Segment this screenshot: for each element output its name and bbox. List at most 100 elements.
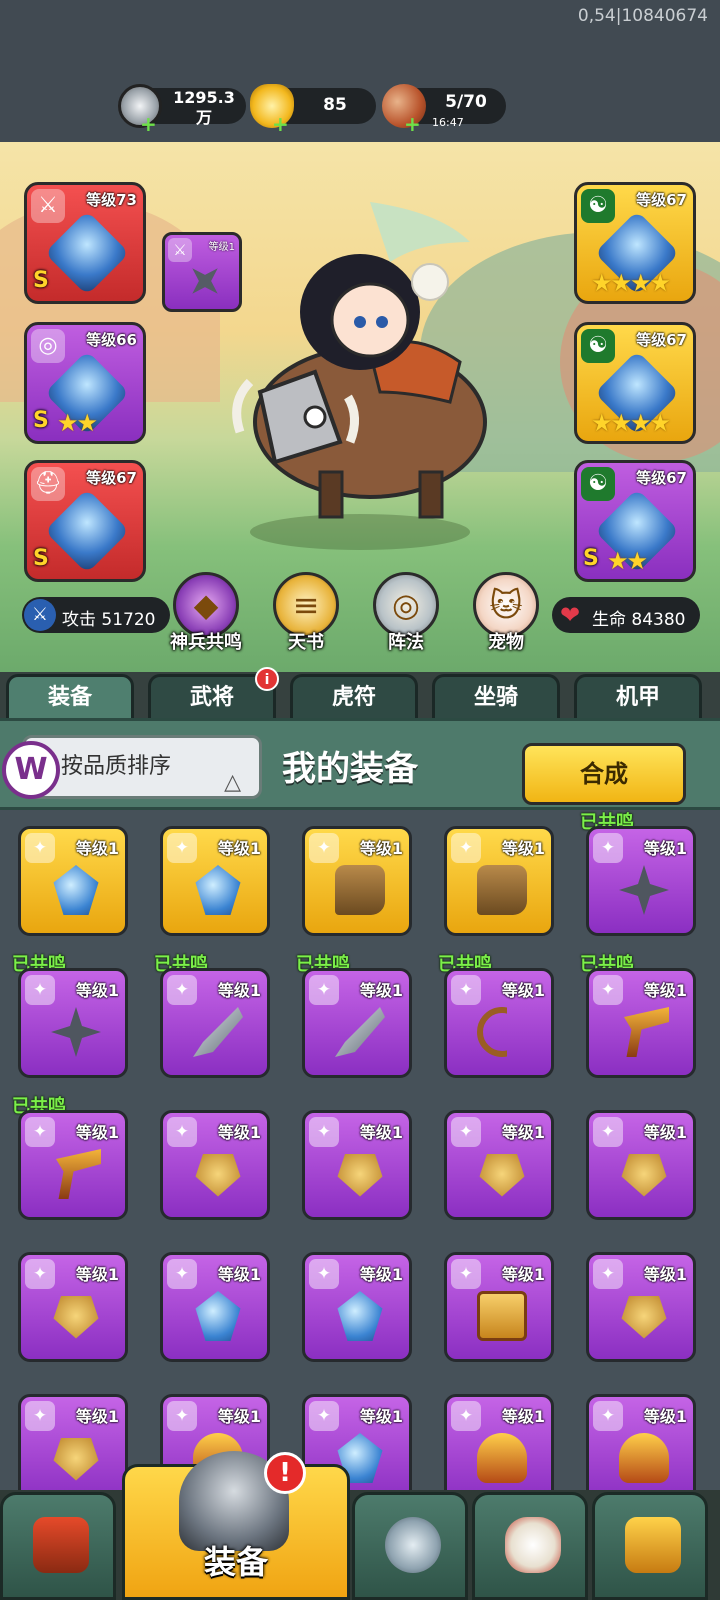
scroll-art [477,1291,527,1341]
equipment-item[interactable]: ✦ 等级1 [444,1110,554,1220]
equipment-item[interactable]: ✦ 等级1 [302,968,412,1078]
feature-formation[interactable]: ◎ 阵法 [366,572,446,654]
feature-pet[interactable]: 🐱 宠物 [466,572,546,654]
equipment-item[interactable]: ✦ 等级1 [302,1252,412,1362]
slot-type-icon: ✦ [451,1117,481,1147]
plus-icon: + [404,112,421,136]
equipment-item[interactable]: ✦ 等级1 [444,968,554,1078]
triangle-up-icon: △ [224,770,241,795]
equipment-item[interactable]: ✦ 等级1 [160,1110,270,1220]
equipment-item[interactable]: ✦ 等级1 [18,1394,128,1500]
equipment-item[interactable]: ✦ 等级1 [586,968,696,1078]
helmet-slot[interactable]: ⛑ 等级67 S [24,460,146,582]
item-level: 等级1 [75,1407,119,1426]
equipment-item[interactable]: ✦ 等级1 [586,1110,696,1220]
silver-resource[interactable]: + 1295.3 万 [118,84,246,134]
equipment-item[interactable]: ✦ 等级1 [444,826,554,936]
equipment-item[interactable]: ✦ 等级1 [444,1252,554,1362]
blade-art [335,1007,385,1057]
feature-label: 天书 [288,632,324,653]
star-rating: ★★ [607,547,648,575]
slot-type-icon: ✦ [167,1259,197,1289]
hero-character [232,202,487,550]
item-level: 等级1 [359,839,403,858]
tab-mecha[interactable]: 机甲 [574,674,702,720]
attack-text: 攻击 51720 [62,610,156,630]
nav-equipment[interactable]: 装备 [122,1451,350,1600]
nav-rooster[interactable] [472,1492,588,1600]
equipment-item[interactable]: ✦ 等级1 [18,826,128,936]
slot-type-icon: ✦ [167,1401,197,1431]
item-level: 等级1 [217,839,261,858]
slot-type-icon: ✦ [451,1259,481,1289]
nav-battle[interactable] [352,1492,468,1600]
amulet-icon: ◎ [31,329,65,363]
helmet-art [44,488,130,574]
swords-icon [385,1517,441,1573]
plus-icon: + [272,112,289,136]
item-level: 等级1 [75,1123,119,1142]
weapon-art [44,210,130,296]
equipment-item[interactable]: ✦ 等级1 [160,968,270,1078]
equipment-item[interactable]: ✦ 等级1 [586,826,696,936]
merge-button[interactable]: 合成 [522,743,686,805]
amulet-slot[interactable]: ◎ 等级66 S ★★ [24,322,146,444]
gold-resource[interactable]: + 85 [250,84,376,134]
weapon-slot[interactable]: ⚔ 等级73 S [24,182,146,304]
item-level: 等级1 [217,1407,261,1426]
gun-art [56,1149,101,1199]
item-level: 等级1 [217,981,261,1000]
equipment-item[interactable]: ✦ 等级1 [586,1252,696,1362]
grade-label: S [583,546,599,571]
tab-equipment[interactable]: 装备 [6,674,134,720]
tab-tiger-tally[interactable]: 虎符 [290,674,418,720]
equipment-item[interactable]: ✦ 等级1 [18,1110,128,1220]
slot-type-icon: ✦ [25,975,55,1005]
slot-type-icon: ✦ [309,833,339,863]
grade-label: S [33,546,49,571]
category-tabs: 装备 武将 i 虎符 坐骑 机甲 [0,667,720,720]
equipment-item[interactable]: ✦ 等级1 [160,1252,270,1362]
item-level: 等级1 [359,1407,403,1426]
slot-type-icon: ✦ [451,833,481,863]
equipment-item[interactable]: ✦ 等级1 [586,1394,696,1500]
w-logo-icon[interactable]: W [2,741,60,799]
item-level: 等级1 [359,981,403,1000]
tab-generals[interactable]: 武将 i [148,667,279,720]
item-level: 等级1 [643,1265,687,1284]
helmet-icon: ⛑ [31,467,65,501]
feature-label: 宠物 [488,632,524,653]
sort-label: 按品质排序 [61,754,172,779]
shuriken-art [619,865,669,915]
item-level: 等级1 [359,1265,403,1284]
slot-type-icon: ✦ [593,1259,623,1289]
tab-mount[interactable]: 坐骑 [432,674,560,720]
armor-slot-3[interactable]: ☯ 等级67 S ★★ [574,460,696,582]
armor-slot-2[interactable]: ☯ 等级67 ★★★★ [574,322,696,444]
boot-art [477,865,527,915]
gem-art [195,1291,241,1341]
armor-slot-1[interactable]: ☯ 等级67 ★★★★ [574,182,696,304]
slot-type-icon: ✦ [309,1259,339,1289]
bottom-nav: 装备 [0,1451,720,1600]
blade-art [193,1007,243,1057]
equipment-item[interactable]: ✦ 等级1 [444,1394,554,1500]
slot-type-icon: ✦ [309,1401,339,1431]
alert-badge: ! [264,1452,306,1494]
equipment-item[interactable]: ✦ 等级1 [302,826,412,936]
item-level: 等级1 [643,981,687,1000]
nav-upgrade[interactable] [592,1492,708,1600]
nav-home[interactable] [0,1492,116,1600]
item-level: 等级1 [359,1123,403,1142]
feature-resonance[interactable]: ◆ 神兵共鸣 [166,572,246,654]
equipment-item[interactable]: ✦ 等级1 [160,826,270,936]
item-level: 等级1 [501,1407,545,1426]
slot-type-icon: ✦ [25,833,55,863]
equipment-item[interactable]: ✦ 等级1 [18,968,128,1078]
stamina-resource[interactable]: + 5/70 16:47 [382,84,506,134]
slot-type-icon: ✦ [593,833,623,863]
slot-type-icon: ✦ [167,975,197,1005]
equipment-item[interactable]: ✦ 等级1 [302,1110,412,1220]
equipment-item[interactable]: ✦ 等级1 [18,1252,128,1362]
feature-book[interactable]: ≡ 天书 [266,572,346,654]
